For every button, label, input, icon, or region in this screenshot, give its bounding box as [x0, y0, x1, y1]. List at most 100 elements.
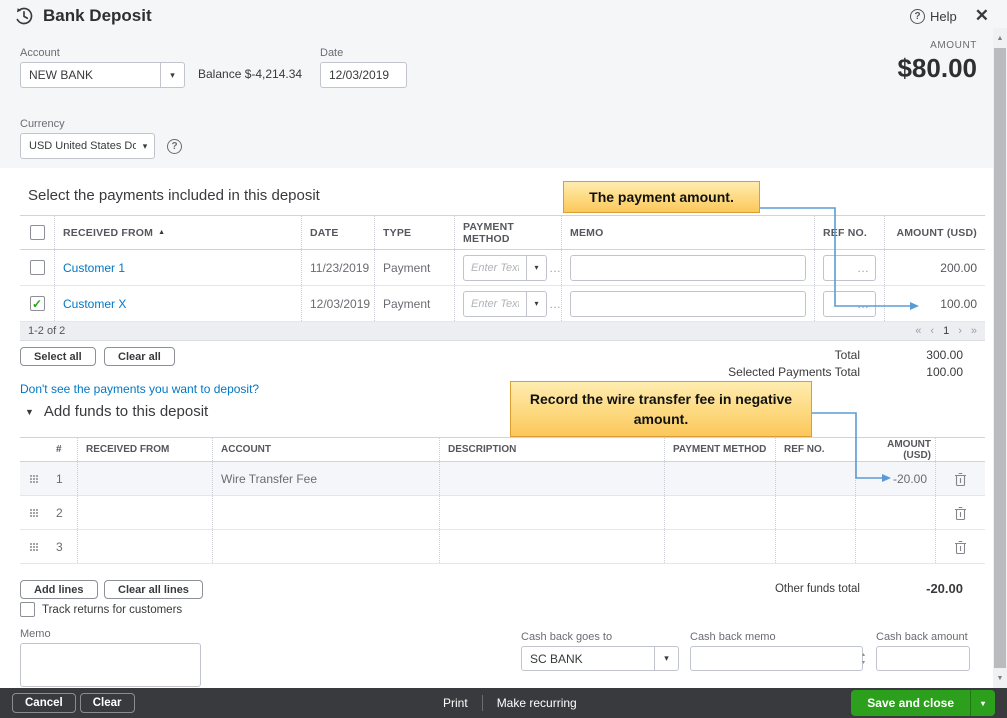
print-button[interactable]: Print	[443, 696, 468, 710]
scroll-up-icon[interactable]: ▲	[993, 30, 1007, 46]
other-funds-total-row: Other funds total -20.00	[775, 581, 963, 596]
col-ref-no[interactable]: REF NO.	[815, 216, 885, 249]
fund-account-cell[interactable]	[213, 496, 440, 529]
payment-customer-link[interactable]: Customer X	[55, 286, 302, 321]
fund-ref-cell[interactable]	[776, 496, 856, 529]
fund-account-cell[interactable]: Wire Transfer Fee	[213, 462, 440, 495]
trash-icon[interactable]	[954, 471, 967, 486]
chevron-down-icon[interactable]: ▾	[136, 134, 154, 158]
account-select-value: NEW BANK	[29, 68, 94, 82]
payment-method-input[interactable]	[464, 297, 526, 310]
currency-select[interactable]: USD United States Dollar ▾	[20, 133, 155, 159]
spinner-down-icon[interactable]: ▾	[862, 659, 865, 666]
vertical-scrollbar[interactable]: ▲ ▼	[993, 28, 1007, 688]
date-field[interactable]: 12/03/2019	[320, 62, 407, 88]
add-lines-button[interactable]: Add lines	[20, 580, 98, 599]
fund-account-cell[interactable]	[213, 530, 440, 563]
col-payment-method[interactable]: PAYMENT METHOD	[455, 216, 562, 249]
col-memo[interactable]: MEMO	[562, 216, 815, 249]
payment-method-combo[interactable]: ▾	[463, 254, 547, 281]
fund-payment-method-cell[interactable]	[665, 462, 776, 495]
fund-amount-cell[interactable]	[856, 496, 936, 529]
chevron-down-icon[interactable]: ▾	[526, 291, 546, 316]
amount-block: AMOUNT $80.00	[897, 40, 977, 84]
missing-payments-link[interactable]: Don't see the payments you want to depos…	[20, 382, 259, 396]
col-amount[interactable]: AMOUNT (USD)	[885, 216, 985, 249]
chevron-down-icon[interactable]: ▾	[970, 690, 995, 716]
clear-all-button[interactable]: Clear all	[104, 347, 175, 366]
fund-received-from-cell[interactable]	[78, 496, 213, 529]
col-type[interactable]: TYPE	[375, 216, 455, 249]
close-icon[interactable]: ✕	[975, 6, 989, 26]
fund-ref-cell[interactable]	[776, 462, 856, 495]
payment-row-checkbox[interactable]: ✓	[29, 296, 45, 311]
fund-received-from-cell[interactable]	[78, 462, 213, 495]
select-all-button[interactable]: Select all	[20, 347, 96, 366]
fund-amount-cell[interactable]: -20.00	[856, 462, 936, 495]
chevron-down-icon[interactable]: ▾	[654, 647, 678, 670]
first-page-icon[interactable]: «	[915, 325, 921, 337]
last-page-icon[interactable]: »	[971, 325, 977, 337]
fund-row[interactable]: 2	[20, 496, 985, 530]
col-received-from[interactable]: RECEIVED FROM ▲	[55, 216, 302, 249]
col-description: DESCRIPTION	[440, 438, 665, 461]
col-date[interactable]: DATE	[302, 216, 375, 249]
memo-textarea[interactable]	[20, 643, 201, 687]
fund-payment-method-cell[interactable]	[665, 530, 776, 563]
trash-icon[interactable]	[954, 505, 967, 520]
cash-back-goes-to-select[interactable]: SC BANK ▾	[521, 646, 679, 671]
clear-button[interactable]: Clear	[79, 693, 135, 713]
fund-ref-cell[interactable]	[776, 530, 856, 563]
fund-received-from-cell[interactable]	[78, 530, 213, 563]
payment-ref-input[interactable]: …	[823, 254, 876, 281]
currency-help-icon[interactable]: ?	[167, 139, 182, 154]
amount-value: $80.00	[897, 53, 977, 83]
trash-icon[interactable]	[954, 539, 967, 554]
fund-description-cell[interactable]	[440, 462, 665, 495]
fund-row[interactable]: 1 Wire Transfer Fee -20.00	[20, 462, 985, 496]
next-page-icon[interactable]: ›	[958, 325, 962, 337]
save-and-close-button[interactable]: Save and close ▾	[851, 690, 995, 716]
payment-method-input[interactable]	[464, 261, 526, 274]
select-all-checkbox[interactable]	[29, 225, 45, 240]
clear-all-lines-button[interactable]: Clear all lines	[104, 580, 203, 599]
payment-method-combo[interactable]: ▾	[463, 290, 547, 317]
date-label: Date	[320, 47, 344, 59]
drag-handle-icon[interactable]	[30, 508, 38, 517]
add-funds-heading[interactable]: ▼ Add funds to this deposit	[25, 403, 208, 420]
chevron-down-icon[interactable]: ▾	[160, 63, 184, 87]
fund-description-cell[interactable]	[440, 496, 665, 529]
fund-line-number: 3	[48, 530, 78, 563]
account-select[interactable]: NEW BANK ▾	[20, 62, 185, 88]
cash-back-memo-input[interactable]	[691, 651, 862, 666]
payment-row: Customer 1 11/23/2019 Payment ▾ … … 200.…	[20, 250, 985, 286]
payment-memo-input[interactable]	[570, 290, 806, 317]
cash-back-memo-label: Cash back memo	[690, 631, 776, 643]
payment-ref-input[interactable]: …	[823, 290, 876, 317]
chevron-down-icon[interactable]: ▾	[526, 255, 546, 280]
prev-page-icon[interactable]: ‹	[930, 325, 934, 337]
fund-amount-cell[interactable]	[856, 530, 936, 563]
cancel-button[interactable]: Cancel	[12, 693, 76, 713]
payment-customer-link[interactable]: Customer 1	[55, 250, 302, 285]
fund-description-cell[interactable]	[440, 530, 665, 563]
spinner-up-icon[interactable]: ▴	[862, 651, 865, 658]
scroll-down-icon[interactable]: ▼	[993, 670, 1007, 686]
collapse-icon[interactable]: ▼	[25, 407, 34, 417]
balance-text: Balance $-4,214.34	[198, 67, 303, 81]
cash-back-amount-input[interactable]	[876, 646, 970, 671]
fund-payment-method-cell[interactable]	[665, 496, 776, 529]
date-value: 12/03/2019	[329, 68, 390, 82]
help-button[interactable]: ? Help	[910, 8, 957, 24]
payment-memo-input[interactable]	[570, 254, 806, 281]
drag-handle-icon[interactable]	[30, 474, 38, 483]
fund-row[interactable]: 3	[20, 530, 985, 564]
cash-back-memo-field[interactable]: ▴ ▾	[690, 646, 865, 671]
payment-row-checkbox[interactable]	[29, 260, 45, 275]
scrollbar-thumb[interactable]	[994, 48, 1006, 668]
account-label: Account	[20, 47, 60, 59]
drag-handle-icon[interactable]	[30, 542, 38, 551]
make-recurring-button[interactable]: Make recurring	[497, 696, 577, 710]
current-page[interactable]: 1	[943, 325, 949, 337]
track-returns-checkbox[interactable]	[20, 602, 35, 617]
